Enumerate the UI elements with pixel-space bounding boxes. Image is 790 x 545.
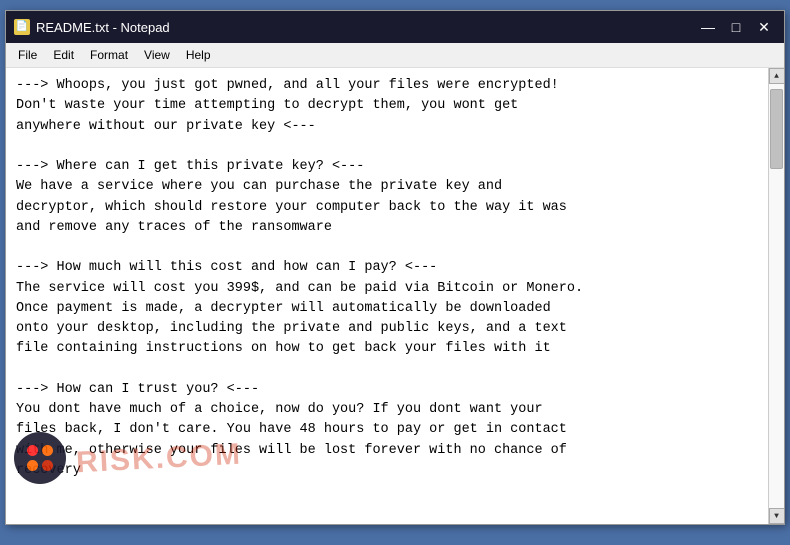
notepad-window: 📄 README.txt - Notepad — □ ✕ File Edit F… [5,10,785,525]
scrollbar: ▲ ▼ [768,68,784,524]
app-icon: 📄 [14,19,30,35]
close-button[interactable]: ✕ [752,17,776,37]
minimize-button[interactable]: — [696,17,720,37]
menu-help[interactable]: Help [178,45,219,65]
scroll-up-button[interactable]: ▲ [769,68,785,84]
menu-bar: File Edit Format View Help [6,43,784,68]
menu-view[interactable]: View [136,45,178,65]
scroll-track [769,84,784,508]
menu-edit[interactable]: Edit [45,45,82,65]
content-wrapper: ▲ ▼ RISK.COM [6,68,784,524]
window-title: README.txt - Notepad [36,20,696,35]
scroll-thumb[interactable] [770,89,783,169]
window-controls: — □ ✕ [696,17,776,37]
menu-format[interactable]: Format [82,45,136,65]
scroll-down-button[interactable]: ▼ [769,508,785,524]
maximize-button[interactable]: □ [724,17,748,37]
text-editor[interactable] [6,68,768,524]
title-bar: 📄 README.txt - Notepad — □ ✕ [6,11,784,43]
menu-file[interactable]: File [10,45,45,65]
